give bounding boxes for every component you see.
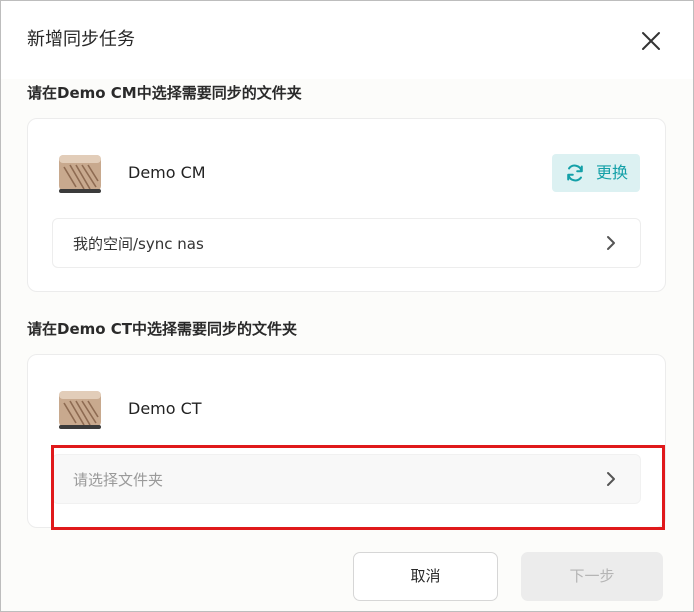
target-device-name: Demo CT [128,399,202,418]
nas-device-icon [56,389,104,431]
dialog-title: 新增同步任务 [27,29,135,50]
new-sync-task-dialog: 新增同步任务 请在Demo CM中选择需要同步的文件夹 Demo CM 更换 我… [0,0,694,612]
nas-device-icon [56,153,104,195]
source-section-title: 请在Demo CM中选择需要同步的文件夹 [27,84,302,102]
target-folder-selector[interactable]: 请选择文件夹 [52,454,641,504]
target-device-card: Demo CT 请选择文件夹 [27,354,666,528]
target-section-title: 请在Demo CT中选择需要同步的文件夹 [27,320,298,338]
chevron-right-icon [602,470,620,488]
target-folder-placeholder: 请选择文件夹 [73,471,164,489]
source-folder-selector[interactable]: 我的空间/sync nas [52,218,641,268]
sync-icon [565,163,585,183]
source-device-name: Demo CM [128,163,206,182]
target-device-row: Demo CT [52,385,642,433]
close-icon[interactable] [639,29,663,53]
dialog-header: 新增同步任务 [1,1,693,79]
change-device-button[interactable]: 更换 [552,154,640,192]
source-device-row: Demo CM 更换 [52,149,642,197]
change-button-label: 更换 [596,163,629,182]
next-step-button[interactable]: 下一步 [521,552,663,601]
chevron-right-icon [602,234,620,252]
cancel-button[interactable]: 取消 [353,552,498,601]
source-folder-path: 我的空间/sync nas [73,235,204,253]
source-device-card: Demo CM 更换 我的空间/sync nas [27,118,666,292]
